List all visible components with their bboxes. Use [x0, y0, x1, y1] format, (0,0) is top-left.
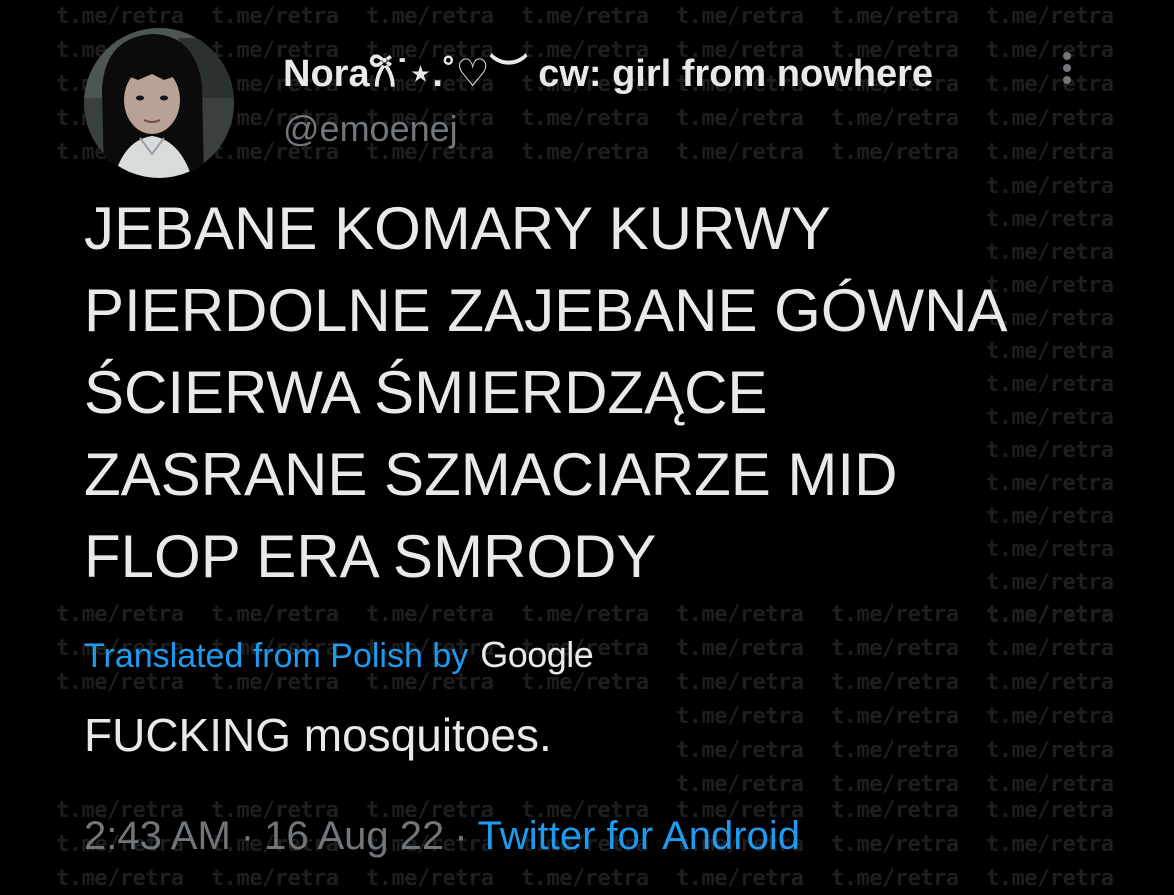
tweet-text: JEBANE KOMARY KURWY PIERDOLNE ZAJEBANE G…	[84, 195, 1008, 590]
tweet-meta: 2:43 AM · 16 Aug 22 · Twitter for Android	[84, 814, 800, 859]
source-link[interactable]: Twitter for Android	[478, 814, 800, 858]
username-handle[interactable]: @emoenej	[283, 108, 458, 150]
tweet-date[interactable]: 16 Aug 22	[264, 814, 444, 858]
watermark-row: t.me/retra t.me/retra t.me/retra t.me/retra…	[56, 4, 1114, 29]
more-dot	[1063, 52, 1071, 60]
meta-separator: ·	[454, 814, 468, 858]
google-logo: Google	[480, 634, 594, 675]
watermark-row: t.me/retra t.me/retra t.me/retra t.me/retra…	[56, 866, 1114, 891]
more-dot	[1063, 76, 1071, 84]
more-vertical-icon[interactable]	[1052, 48, 1082, 88]
meta-separator: ·	[240, 814, 255, 858]
display-name[interactable]: Nora𐙚˙⋆.˚♡︶ cw: girl from nowhere	[283, 42, 933, 98]
avatar[interactable]	[84, 28, 234, 178]
profile-photo	[84, 28, 234, 178]
translated-from-link[interactable]: Translated from Polish by	[84, 637, 468, 676]
watermark-row: t.me/retra t.me/retra t.me/retra t.me/retra…	[56, 602, 1114, 627]
tweet-time[interactable]: 2:43 AM	[84, 814, 231, 858]
translation-attribution: Translated from Polish by Google	[84, 634, 594, 676]
translated-text: FUCKING mosquitoes.	[84, 709, 552, 761]
watermark-row: t.me/retra t.me/retra t.me/retra	[676, 772, 1114, 797]
watermark-row: t.me/retra t.me/retra t.me/retra	[676, 704, 1114, 729]
watermark-row: t.me/retra t.me/retra t.me/retra	[676, 738, 1114, 763]
more-dot	[1063, 64, 1071, 72]
